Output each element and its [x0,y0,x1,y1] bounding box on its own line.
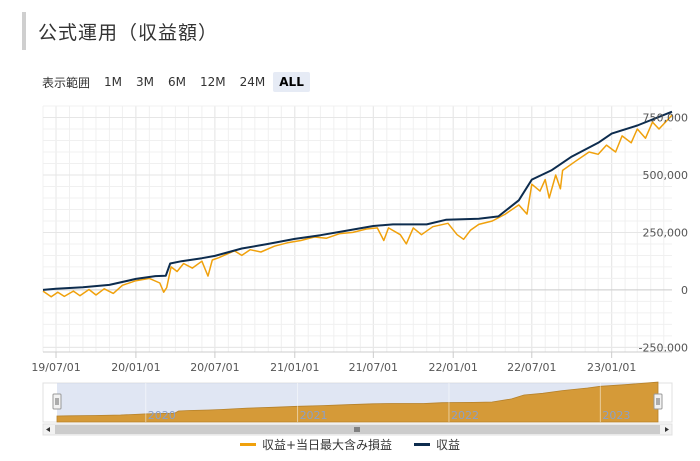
x-tick-label: 22/07/01 [507,361,556,374]
x-tick-label: 23/01/01 [587,361,636,374]
navigator-tick-label: 2020 [148,409,176,422]
legend-item-unrealized[interactable]: 収益+当日最大含み損益 [239,436,393,453]
y-tick-label: 0 [681,284,688,297]
profit-chart: 750,000500,000250,0000-250,000 19/07/01 2… [31,105,689,436]
x-tick-label: 19/07/01 [31,361,80,374]
x-tick-label: 20/07/01 [190,361,239,374]
navigator-handle-left[interactable] [52,393,62,410]
x-tick-label: 21/07/01 [349,361,398,374]
x-axis-labels: 19/07/01 20/01/01 20/07/01 21/01/01 21/07/01… [31,351,672,374]
navigator[interactable]: 2020 2021 2022 2023 [42,381,673,436]
legend-swatch-profit [414,443,431,446]
navigator-handle-right[interactable] [653,393,663,410]
y-tick-label: 750,000 [643,111,689,124]
x-tick-label: 22/01/01 [429,361,478,374]
legend-label-unrealized: 収益+当日最大含み損益 [261,438,393,452]
x-tick-label: 21/01/01 [270,361,319,374]
x-tick-label: 20/01/01 [111,361,160,374]
navigator-tick-label: 2021 [300,409,328,422]
series-line-profit [42,110,673,291]
legend-item-profit[interactable]: 収益 [414,436,460,453]
y-tick-label: 250,000 [643,226,689,239]
series-line-unrealized [42,114,673,298]
legend: 収益+当日最大含み損益 収益 [0,436,700,453]
horizontal-grid [43,105,672,348]
navigator-tick-label: 2023 [602,409,630,422]
y-tick-label: 500,000 [643,169,689,182]
legend-label-profit: 収益 [436,438,461,452]
legend-swatch-unrealized [239,443,256,446]
series-layer [42,110,673,298]
navigator-tick-label: 2022 [451,409,479,422]
